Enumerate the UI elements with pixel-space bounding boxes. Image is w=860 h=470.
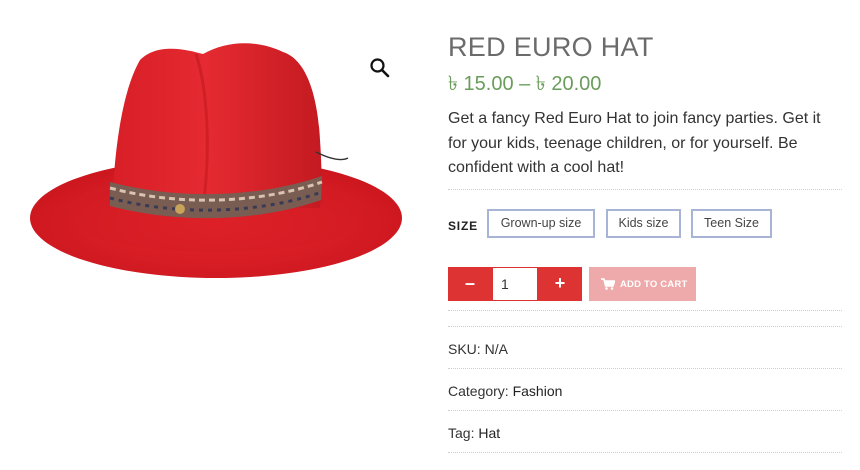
quantity-input[interactable] <box>492 267 538 301</box>
divider <box>448 452 842 453</box>
sku-row: SKU: N/A <box>448 341 508 357</box>
size-option-teen[interactable]: Teen Size <box>691 209 772 238</box>
zoom-button[interactable] <box>368 56 392 80</box>
add-to-cart-button[interactable]: ADD TO CART <box>589 267 696 301</box>
tag-row: Tag: Hat <box>448 425 500 441</box>
sku-label: SKU: <box>448 341 485 357</box>
category-label: Category: <box>448 383 513 399</box>
divider <box>448 326 842 327</box>
category-link[interactable]: Fashion <box>513 383 563 399</box>
category-row: Category: Fashion <box>448 383 562 399</box>
divider <box>448 410 842 411</box>
add-to-cart-form: – + ADD TO CART <box>448 267 842 301</box>
sku-value: N/A <box>484 341 508 357</box>
product-title: RED EURO HAT <box>448 32 654 62</box>
product-description: Get a fancy Red Euro Hat to join fancy p… <box>448 110 821 176</box>
product-gallery <box>0 0 420 470</box>
size-option-grown-up[interactable]: Grown-up size <box>487 209 595 238</box>
size-label: SIZE <box>448 219 478 233</box>
size-option-kids[interactable]: Kids size <box>606 209 681 238</box>
product-image-red-hat <box>30 43 402 278</box>
product-price: ৳ 15.00 – ৳ 20.00 <box>448 73 602 95</box>
divider <box>448 310 842 311</box>
quantity-decrease-button[interactable]: – <box>448 267 492 301</box>
magnifier-icon <box>370 58 390 78</box>
divider <box>448 189 842 190</box>
tag-label: Tag: <box>448 425 479 441</box>
add-to-cart-label: ADD TO CART <box>620 279 688 290</box>
divider <box>448 368 842 369</box>
cart-icon <box>601 278 615 290</box>
quantity-increase-button[interactable]: + <box>538 267 582 301</box>
size-selector: SIZE Grown-up size Kids size Teen Size <box>448 209 842 241</box>
tag-link[interactable]: Hat <box>478 425 500 441</box>
